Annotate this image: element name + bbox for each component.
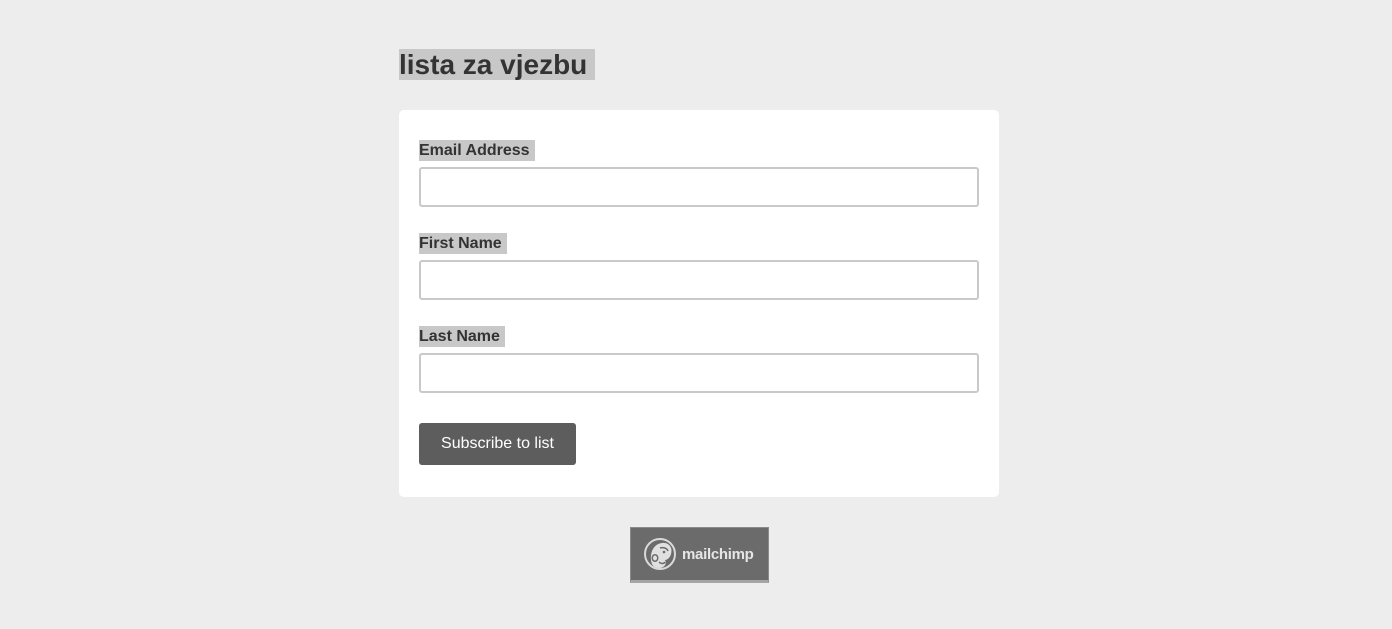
first-name-field[interactable] [419,260,979,300]
mailchimp-badge[interactable]: mailchimp [630,527,769,583]
last-name-label: Last Name [419,326,505,347]
email-field[interactable] [419,167,979,207]
subscribe-button[interactable]: Subscribe to list [419,423,576,465]
mailchimp-monkey-icon [631,534,679,574]
badge-text: mailchimp [682,545,754,563]
signup-form: Email Address First Name Last Name Subsc… [399,110,999,497]
last-name-field[interactable] [419,353,979,393]
page: lista za vjezbu Email Address First Name… [0,0,1392,629]
first-name-label: First Name [419,233,507,254]
page-title: lista za vjezbu [399,49,596,80]
email-label: Email Address [419,140,535,161]
